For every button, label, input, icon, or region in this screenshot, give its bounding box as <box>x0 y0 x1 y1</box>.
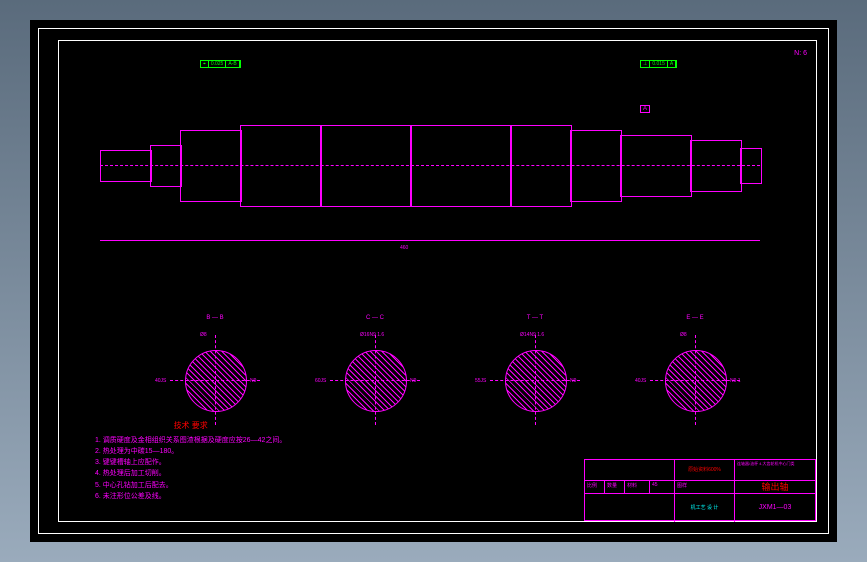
shaft-segment <box>180 130 242 202</box>
shaft-segment <box>740 148 762 184</box>
scale-indicator: N: 6 <box>794 50 807 57</box>
section-dim-right: N9 <box>570 378 576 384</box>
drawing-number: JXM1—03 <box>735 494 815 522</box>
tech-req-item: 5. 中心孔钻加工后配去。 <box>95 480 286 491</box>
section-dim-top: Ø16N9 1.6 <box>360 332 384 338</box>
overall-dim-line <box>100 240 760 241</box>
tb-corner-note: 连轴器/油杯 4.大齿轮机中心门类 <box>735 460 815 480</box>
shaft-segment <box>100 150 152 182</box>
tb-design-org: 机工艺 设 计 <box>675 494 735 522</box>
shaft-segment <box>570 130 622 202</box>
shaft-segment <box>410 125 512 207</box>
section-dim-left: 55JS <box>475 378 486 384</box>
section-label: C — C <box>366 315 384 321</box>
technical-requirements: 技术 要求 1. 调质硬度及金相组织关系图渣根据及硬度应按26—42之间。2. … <box>95 420 286 502</box>
section-label: E — E <box>686 315 703 321</box>
shaft-segment <box>620 135 692 197</box>
section-view: C — C Ø16N9 1.6 60JS N9 <box>310 310 440 460</box>
tb-mat-val: 45 <box>650 481 675 493</box>
tech-req-item: 1. 调质硬度及金相组织关系图渣根据及硬度应按26—42之间。 <box>95 435 286 446</box>
shaft-segment <box>510 125 572 207</box>
tb-top-note: 原始资料600% <box>675 460 735 480</box>
section-dim-right: N9 <box>410 378 416 384</box>
tech-req-item: 6. 未注形位公差及线。 <box>95 491 286 502</box>
shaft-segment <box>690 140 742 192</box>
section-circle <box>505 350 567 412</box>
tb-scale-lbl: 比例 <box>585 481 605 493</box>
tech-req-item: 3. 键键槽轴上应配作。 <box>95 457 286 468</box>
tech-req-title: 技术 要求 <box>95 420 286 433</box>
datum-a: A <box>640 105 650 113</box>
drawing-canvas[interactable]: N: 6 ⌖ 0.025 A-B ⊥ 0.015 A A 460 B — B Ø8… <box>30 20 837 542</box>
section-circle <box>665 350 727 412</box>
section-dim-top: Ø8 <box>680 332 687 338</box>
section-dim-top: Ø8 <box>200 332 207 338</box>
title-block: 原始资料600% 连轴器/油杯 4.大齿轮机中心门类 比例 数量 材料 45 图… <box>584 459 816 521</box>
section-dim-right: N9 <box>250 378 256 384</box>
tb-mat-lbl: 材料 <box>625 481 650 493</box>
shaft-segment <box>320 125 412 207</box>
tech-req-item: 4. 热处理后加工切削。 <box>95 468 286 479</box>
section-circle <box>185 350 247 412</box>
shaft-segment <box>240 125 322 207</box>
overall-length: 460 <box>400 245 408 251</box>
tb-sheet-lbl: 图样 <box>675 481 735 493</box>
section-view: T — T Ø14N9 1.6 55JS N9 <box>470 310 600 460</box>
section-dim-right: N9 1 <box>730 378 741 384</box>
shaft-body <box>100 120 760 210</box>
tb-revision-area <box>585 460 675 480</box>
section-dim-left: 40JS <box>155 378 166 384</box>
section-label: T — T <box>527 315 543 321</box>
section-view: E — E Ø8 40JS N9 1 <box>630 310 760 460</box>
gdt-frame-2: ⊥ 0.015 A <box>640 60 677 68</box>
part-name: 输出轴 <box>735 481 815 493</box>
section-label: B — B <box>206 315 223 321</box>
section-dim-left: 40JS <box>635 378 646 384</box>
tb-signatures <box>585 494 675 522</box>
tb-qty-lbl: 数量 <box>605 481 625 493</box>
shaft-segment <box>150 145 182 187</box>
gdt-frame-1: ⌖ 0.025 A-B <box>200 60 241 68</box>
section-circle <box>345 350 407 412</box>
main-shaft-view: ⌖ 0.025 A-B ⊥ 0.015 A A 460 <box>80 60 780 260</box>
section-dim-top: Ø14N9 1.6 <box>520 332 544 338</box>
section-dim-left: 60JS <box>315 378 326 384</box>
cad-viewport: N: 6 ⌖ 0.025 A-B ⊥ 0.015 A A 460 B — B Ø8… <box>0 0 867 562</box>
tech-req-item: 2. 热处理为中碳15—180。 <box>95 446 286 457</box>
